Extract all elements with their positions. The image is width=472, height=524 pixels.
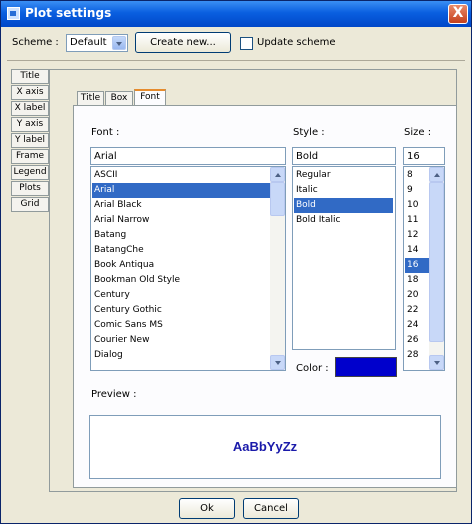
style-list-item[interactable]: Bold Italic [294, 213, 393, 228]
scheme-select[interactable]: Default [66, 34, 128, 52]
font-list-item-selected[interactable]: Arial [92, 183, 270, 198]
font-list-item[interactable]: Arial Narrow [92, 213, 270, 228]
size-list-scrollbar[interactable] [429, 167, 444, 370]
plot-settings-window: Plot settings X Scheme : Default Create … [0, 0, 472, 524]
font-list-item[interactable]: ASCII [92, 168, 270, 183]
size-field[interactable]: 16 [403, 147, 445, 165]
side-tab-x-label[interactable]: X label [11, 101, 49, 116]
scroll-down-arrow-icon[interactable] [270, 355, 285, 370]
window-title: Plot settings [25, 6, 112, 20]
title-bar[interactable]: Plot settings X [1, 1, 471, 27]
font-list-item[interactable]: Arial Black [92, 198, 270, 213]
color-label: Color : [296, 363, 329, 374]
side-tab-grid[interactable]: Grid [11, 197, 49, 212]
size-list-item[interactable]: 8 [405, 168, 429, 183]
font-list-item[interactable]: Dialog [92, 348, 270, 363]
size-value: 16 [407, 151, 420, 162]
size-list-item[interactable]: 28 [405, 348, 429, 363]
scroll-up-arrow-icon[interactable] [429, 167, 444, 182]
style-list-item[interactable]: Italic [294, 183, 393, 198]
color-swatch[interactable] [335, 357, 397, 377]
side-tab-legend[interactable]: Legend [11, 165, 49, 180]
font-list-item[interactable]: Batang [92, 228, 270, 243]
ok-label: Ok [200, 503, 214, 514]
side-tab-plots[interactable]: Plots [11, 181, 49, 196]
size-list[interactable]: 8 9 10 11 12 14 16 18 20 22 24 26 28 [403, 166, 445, 371]
side-tab-frame[interactable]: Frame [11, 149, 49, 164]
tab-title[interactable]: Title [77, 91, 104, 106]
cancel-label: Cancel [254, 503, 288, 514]
size-list-item[interactable]: 12 [405, 228, 429, 243]
scroll-thumb[interactable] [270, 182, 285, 216]
scroll-thumb[interactable] [429, 182, 444, 342]
scheme-select-value: Default [70, 37, 107, 48]
font-list-item[interactable]: Book Antiqua [92, 258, 270, 273]
size-list-item[interactable]: 22 [405, 303, 429, 318]
side-tab-title[interactable]: Title [11, 69, 49, 84]
font-list-item[interactable]: Comic Sans MS [92, 318, 270, 333]
size-list-item[interactable]: 9 [405, 183, 429, 198]
create-new-button[interactable]: Create new... [135, 32, 231, 53]
ok-button[interactable]: Ok [179, 498, 235, 519]
size-list-item[interactable]: 10 [405, 198, 429, 213]
side-tab-y-axis[interactable]: Y axis [11, 117, 49, 132]
font-list-item[interactable]: Century [92, 288, 270, 303]
style-value: Bold [296, 151, 319, 162]
font-label: Font : [91, 127, 120, 138]
size-list-item[interactable]: 18 [405, 273, 429, 288]
style-list-item[interactable]: Regular [294, 168, 393, 183]
side-tab-y-label[interactable]: Y label [11, 133, 49, 148]
create-new-label: Create new... [150, 37, 216, 48]
font-list-item[interactable]: BatangChe [92, 243, 270, 258]
scheme-label: Scheme : [12, 37, 59, 48]
font-list[interactable]: ASCII Arial Arial Black Arial Narrow Bat… [90, 166, 286, 371]
size-list-item[interactable]: 26 [405, 333, 429, 348]
close-button[interactable]: X [448, 4, 468, 24]
chevron-down-icon[interactable] [112, 36, 126, 50]
preview-text: AaBbYyZz [232, 439, 298, 454]
scroll-down-arrow-icon[interactable] [429, 355, 444, 370]
font-list-item[interactable]: Century Gothic [92, 303, 270, 318]
cancel-button[interactable]: Cancel [243, 498, 299, 519]
separator [7, 60, 465, 61]
side-tab-x-axis[interactable]: X axis [11, 85, 49, 100]
font-list-scrollbar[interactable] [270, 167, 285, 370]
size-list-item[interactable]: 20 [405, 288, 429, 303]
size-list-item[interactable]: 24 [405, 318, 429, 333]
tab-font[interactable]: Font [134, 89, 166, 105]
scheme-row: Scheme : Default Create new... Update sc… [1, 28, 471, 58]
size-list-item-selected[interactable]: 16 [405, 258, 429, 273]
scroll-up-arrow-icon[interactable] [270, 167, 285, 182]
style-list-item-selected[interactable]: Bold [294, 198, 393, 213]
style-field[interactable]: Bold [292, 147, 396, 165]
style-list[interactable]: Regular Italic Bold Bold Italic [292, 166, 396, 350]
preview-box: AaBbYyZz [89, 415, 441, 479]
font-name-value: Arial [94, 151, 117, 162]
style-label: Style : [293, 127, 325, 138]
tab-box[interactable]: Box [105, 91, 133, 106]
preview-label: Preview : [91, 389, 137, 400]
font-name-field[interactable]: Arial [90, 147, 286, 165]
window-icon [7, 7, 20, 20]
font-list-item[interactable]: Courier New [92, 333, 270, 348]
update-scheme-checkbox[interactable] [240, 37, 253, 50]
update-scheme-label: Update scheme [257, 37, 336, 48]
font-list-item[interactable]: Bookman Old Style [92, 273, 270, 288]
size-label: Size : [404, 127, 432, 138]
size-list-item[interactable]: 14 [405, 243, 429, 258]
size-list-item[interactable]: 11 [405, 213, 429, 228]
